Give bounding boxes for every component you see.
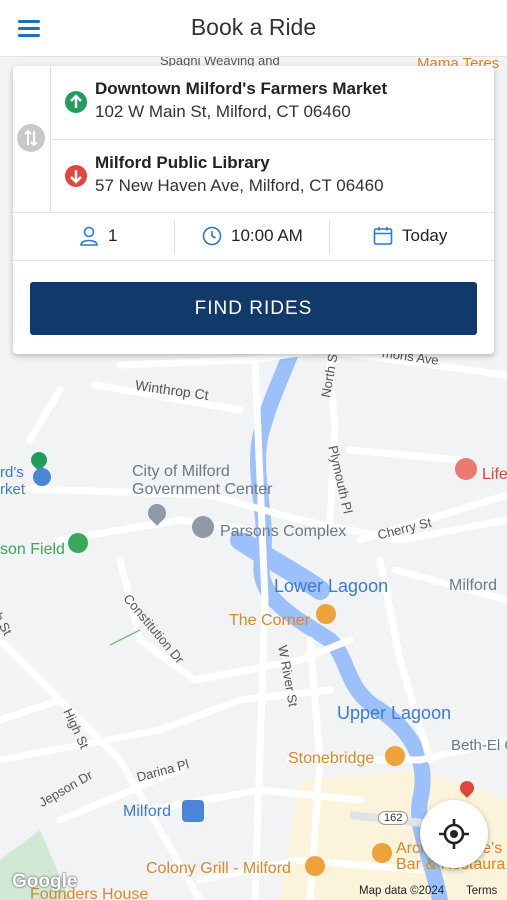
poi-label: Life [482,466,507,483]
google-logo: Google [12,871,78,892]
poi-label: Colony Grill - Milford [146,860,291,877]
passenger-count: 1 [108,226,118,245]
origin-address: 102 W Main St, Milford, CT 06460 [95,102,351,121]
passenger-count-selector[interactable]: 1 [78,212,117,260]
poi-label: rket [0,481,26,498]
route-shield: 162 [378,811,409,825]
date-selector[interactable]: Today [372,212,447,260]
swap-arrows-icon [24,129,38,147]
arrow-up-circle-icon [65,91,87,113]
destination-name: Milford Public Library [95,153,270,172]
water-label: Lower Lagoon [274,576,389,596]
hospital-marker-icon [455,458,477,480]
arrow-down-circle-icon [65,165,87,187]
origin-name: Downtown Milford's Farmers Market [95,79,388,98]
poi-label: Parsons Complex [220,523,347,540]
time-selector[interactable]: 10:00 AM [201,212,303,260]
restaurant-marker-icon [305,856,325,876]
calendar-icon [373,227,393,245]
poi-label: Government Center [132,481,273,498]
restaurant-marker-icon [385,746,405,766]
poi-label: City of Milford [132,463,230,480]
trip-booking-card: Downtown Milford's Farmers Market 102 W … [13,66,494,354]
origin-location-field[interactable]: Downtown Milford's Farmers Market 102 W … [51,66,494,138]
destination-location-field[interactable]: Milford Public Library 57 New Haven Ave,… [51,140,494,212]
divider [174,220,175,254]
landmark-icon [192,516,214,538]
app-header: Book a Ride [0,0,507,57]
train-station-icon [182,800,204,822]
restaurant-marker-icon [316,604,336,624]
park-marker-icon [68,533,88,553]
transit-label: Milford [123,803,172,820]
poi-label: Stonebridge [288,750,375,767]
page-title: Book a Ride [190,14,317,40]
pickup-time: 10:00 AM [231,226,303,245]
crosshair-locate-icon[interactable] [420,800,488,868]
park-label: son Field [0,541,65,558]
divider [329,220,330,254]
poi-marker-icon [33,468,51,486]
poi-label: The Corner [229,612,310,629]
poi-label: Beth-El Cen [451,737,507,754]
poi-label: rd's [0,464,24,481]
divider [13,260,494,261]
poi-label: Milford [449,577,498,594]
pickup-date: Today [402,226,448,245]
map-attribution: Map data ©2024 [359,885,445,897]
clock-icon [202,226,222,246]
water-label: Upper Lagoon [337,703,452,723]
person-icon [80,226,98,246]
swap-locations-button[interactable] [17,124,45,152]
restaurant-marker-icon [372,843,392,863]
terms-link[interactable]: Terms [466,885,497,897]
destination-address: 57 New Haven Ave, Milford, CT 06460 [95,176,384,195]
find-rides-button[interactable]: FIND RIDES [30,282,477,335]
